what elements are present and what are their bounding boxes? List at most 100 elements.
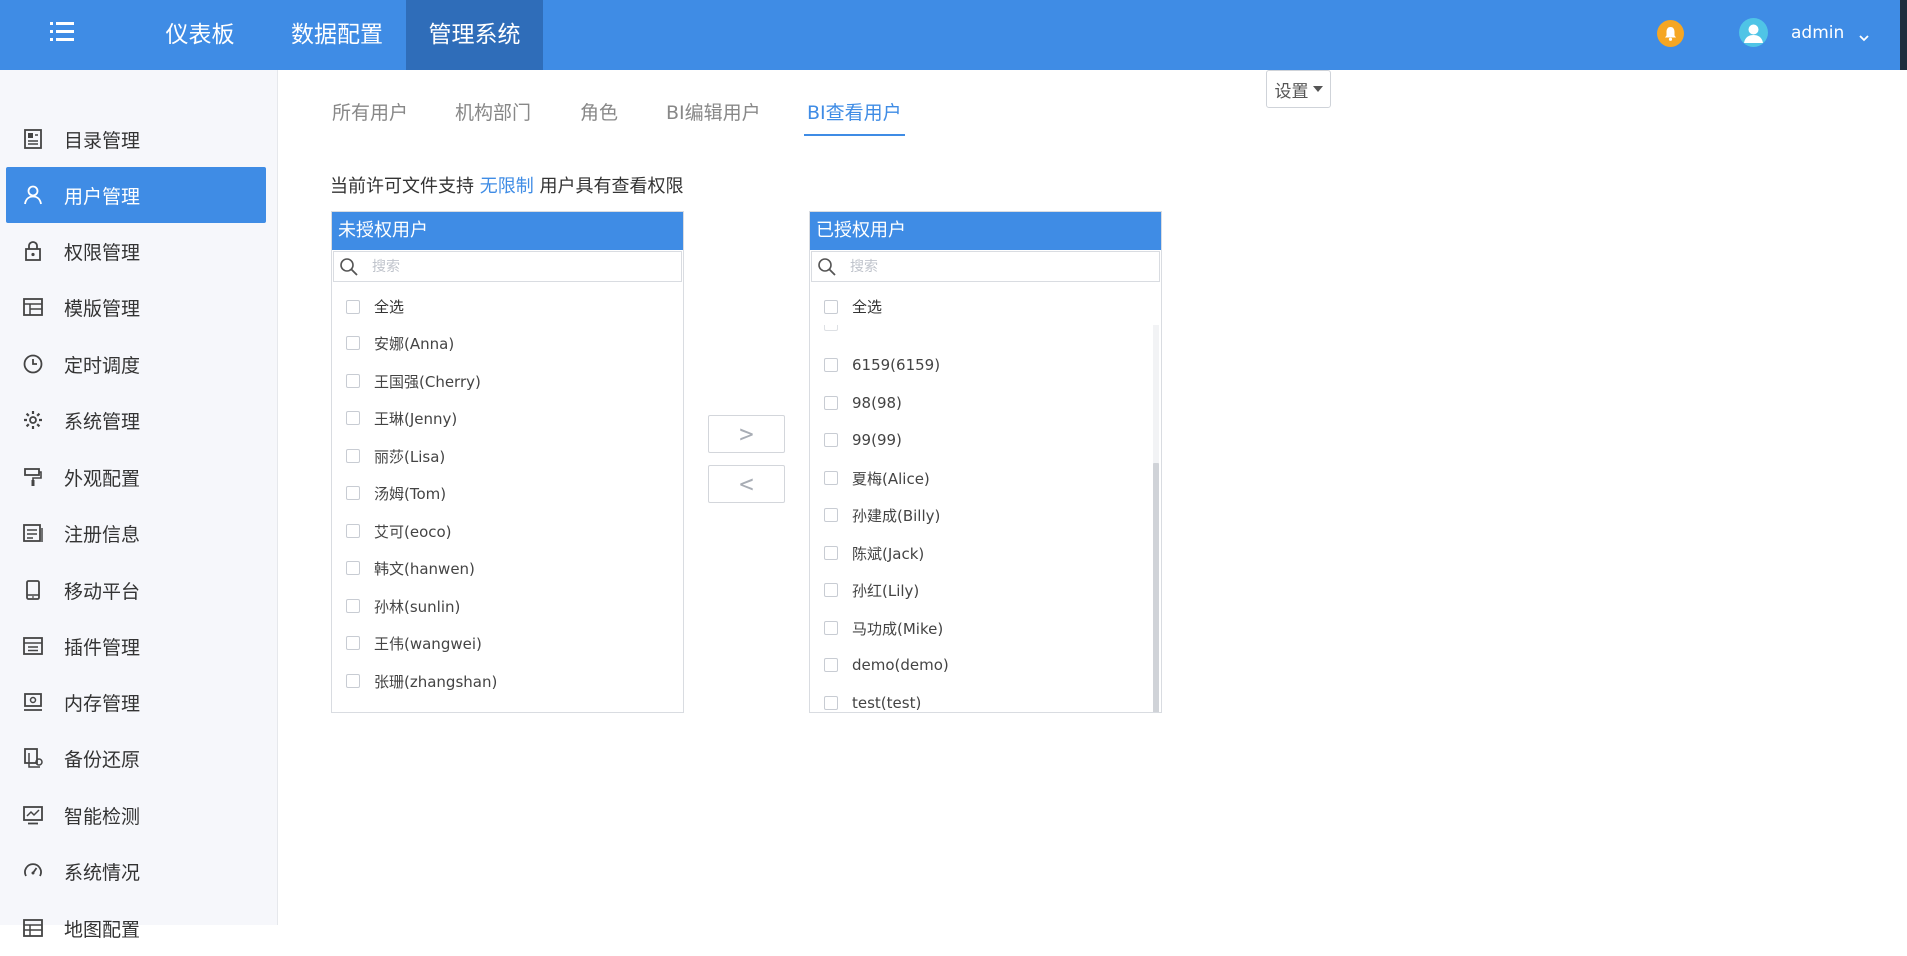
top-tab-dashboard[interactable]: 仪表板 <box>145 0 255 70</box>
sidebar-item-label: 注册信息 <box>64 523 141 546</box>
checkbox[interactable] <box>824 396 838 410</box>
tab-roles[interactable]: 角色 <box>580 92 618 134</box>
chevron-down-icon[interactable] <box>1857 28 1871 42</box>
username[interactable]: admin <box>1791 0 1844 66</box>
list-item[interactable]: 陈斌(Jack) <box>824 542 924 564</box>
list-item[interactable]: 王国强(Cherry) <box>346 370 481 392</box>
bell-icon[interactable] <box>1657 20 1684 47</box>
checkbox[interactable] <box>346 674 360 688</box>
sidebar-item-permissions[interactable]: 权限管理 <box>6 223 266 279</box>
checkbox[interactable] <box>824 299 838 314</box>
list-item[interactable]: 99(99) <box>824 429 902 451</box>
sidebar-item-system-status[interactable]: 系统情况 <box>6 843 266 899</box>
checkbox[interactable] <box>824 358 838 372</box>
settings-dropdown[interactable]: 设置 <box>1266 70 1331 108</box>
search-input[interactable] <box>850 252 1150 281</box>
list-item[interactable]: 6159(6159) <box>824 354 940 376</box>
select-all-checkbox[interactable]: 全选 <box>824 296 882 317</box>
scrollbar-thumb[interactable] <box>1153 463 1159 712</box>
sidebar-item-label: 地图配置 <box>64 918 141 941</box>
sidebar-item-appearance[interactable]: 外观配置 <box>6 449 266 505</box>
checkbox[interactable] <box>824 621 838 635</box>
license-notice: 当前许可文件支持 无限制 用户具有查看权限 <box>330 174 683 200</box>
caret-down-icon <box>1312 86 1323 92</box>
sidebar-item-label: 内存管理 <box>64 692 141 715</box>
sidebar-item-mobile[interactable]: 移动平台 <box>6 562 266 618</box>
avatar[interactable] <box>1739 18 1768 47</box>
backup-icon <box>22 747 44 769</box>
search-input[interactable] <box>372 252 672 281</box>
list-item[interactable]: 汤姆(Tom) <box>346 482 446 504</box>
sidebar-item-label: 系统管理 <box>64 410 141 433</box>
notice-text-after: 用户具有查看权限 <box>539 176 684 197</box>
checkbox[interactable] <box>824 508 838 522</box>
list-item[interactable]: test(test) <box>824 692 921 711</box>
checkbox[interactable] <box>824 546 838 560</box>
tab-all-users[interactable]: 所有用户 <box>332 92 408 134</box>
checkbox[interactable] <box>346 599 360 613</box>
checkbox[interactable] <box>346 524 360 538</box>
top-tab-data-config[interactable]: 数据配置 <box>282 0 392 70</box>
list-item[interactable]: 王伟(wangwei) <box>346 632 482 654</box>
sidebar-item-registration[interactable]: 注册信息 <box>6 505 266 561</box>
select-all-checkbox[interactable]: 全选 <box>346 296 404 317</box>
checkbox[interactable] <box>346 336 360 350</box>
list-item[interactable]: 张珊(zhangshan) <box>346 670 497 692</box>
sidebar-item-label: 移动平台 <box>64 580 141 603</box>
move-right-button[interactable]: > <box>708 415 785 453</box>
sidebar-item-templates[interactable]: 模版管理 <box>6 279 266 335</box>
sidebar-item-detection[interactable]: 智能检测 <box>6 787 266 843</box>
template-icon <box>22 296 44 318</box>
top-navigation-bar: 仪表板 数据配置 管理系统 admin <box>0 0 1907 70</box>
list-item[interactable]: demo(demo) <box>824 654 949 676</box>
move-left-button[interactable]: < <box>708 465 785 503</box>
list-item[interactable]: 孙红(Lily) <box>824 579 919 601</box>
lock-icon <box>22 240 44 262</box>
checkbox[interactable] <box>824 583 838 597</box>
sidebar-item-system[interactable]: 系统管理 <box>6 392 266 448</box>
sidebar-item-plugins[interactable]: 插件管理 <box>6 618 266 674</box>
checkbox[interactable] <box>824 471 838 485</box>
checkbox[interactable] <box>346 374 360 388</box>
list-item[interactable]: 马功成(Mike) <box>824 617 943 639</box>
user-name: 孙红(Lily) <box>852 581 920 600</box>
sidebar-item-schedule[interactable]: 定时调度 <box>6 336 266 392</box>
tab-bi-edit-users[interactable]: BI编辑用户 <box>666 92 761 134</box>
sidebar-item-catalog[interactable]: 目录管理 <box>6 111 266 167</box>
checkbox[interactable] <box>346 449 360 463</box>
list-item[interactable]: 韩文(hanwen) <box>346 557 475 579</box>
checkbox[interactable] <box>346 636 360 650</box>
list-item[interactable]: 孙建成(Billy) <box>824 504 940 526</box>
sidebar-item-map[interactable]: 地图配置 <box>6 900 266 956</box>
tab-bi-view-users[interactable]: BI查看用户 <box>804 92 905 136</box>
checkbox[interactable] <box>346 299 360 314</box>
list-item[interactable]: 丽莎(Lisa) <box>346 445 445 467</box>
checkbox[interactable] <box>824 658 838 672</box>
clock-icon <box>22 353 44 375</box>
list-item[interactable]: 98(98) <box>824 392 902 414</box>
sidebar-item-label: 模版管理 <box>64 297 141 320</box>
checkbox[interactable] <box>824 433 838 447</box>
checkbox[interactable] <box>346 486 360 500</box>
list-item[interactable]: 安娜(Anna) <box>346 332 454 354</box>
user-icon <box>22 184 44 206</box>
user-name: 陈斌(Jack) <box>852 544 925 563</box>
list-item[interactable]: 艾可(eoco) <box>346 520 452 542</box>
checkbox[interactable] <box>346 561 360 575</box>
list-item[interactable]: 王琳(Jenny) <box>346 407 457 429</box>
sidebar-item-users[interactable]: 用户管理 <box>6 167 266 223</box>
tab-departments[interactable]: 机构部门 <box>455 92 531 134</box>
checkbox[interactable] <box>346 411 360 425</box>
user-name: 夏梅(Alice) <box>852 469 930 488</box>
list-item[interactable]: 孙林(sunlin) <box>346 595 460 617</box>
panel-title: 已授权用户 <box>810 212 1161 250</box>
menu-list-icon[interactable] <box>44 16 80 52</box>
top-tab-admin-system[interactable]: 管理系统 <box>406 0 543 70</box>
checkbox[interactable] <box>824 696 838 710</box>
sidebar-item-backup[interactable]: 备份还原 <box>6 730 266 786</box>
sidebar-item-memory[interactable]: 内存管理 <box>6 674 266 730</box>
list-item[interactable]: 夏梅(Alice) <box>824 467 930 489</box>
search-icon <box>818 258 836 276</box>
list-item-partial <box>824 325 852 335</box>
user-name: 王国强(Cherry) <box>374 372 481 391</box>
